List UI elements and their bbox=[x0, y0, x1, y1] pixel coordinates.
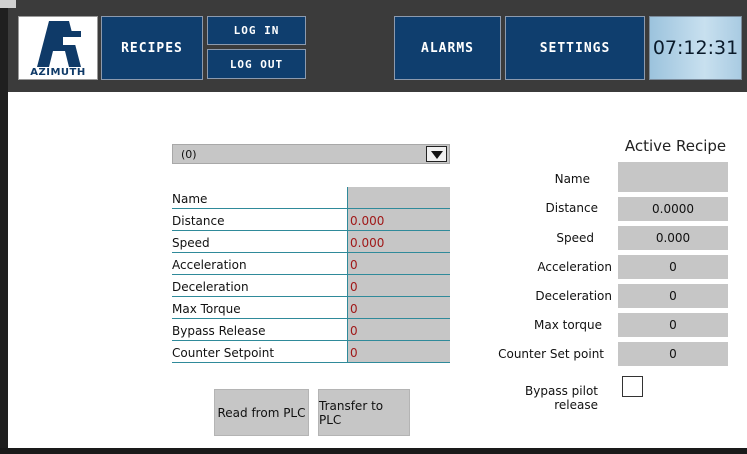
table-row: Counter Setpoint 0 bbox=[172, 341, 450, 363]
row-label-acceleration: Acceleration bbox=[172, 253, 347, 275]
row-label-speed: Speed bbox=[172, 231, 347, 253]
table-row: Deceleration 0 bbox=[172, 275, 450, 297]
table-row: Name bbox=[172, 187, 450, 209]
transfer-to-plc-button[interactable]: Transfer to PLC bbox=[318, 389, 410, 436]
speed-input[interactable]: 0.000 bbox=[347, 231, 450, 253]
row-label-max-torque: Max Torque bbox=[172, 297, 347, 319]
active-counter-value: 0 bbox=[618, 342, 728, 366]
logo-text: AZIMUTH bbox=[30, 67, 86, 78]
active-distance-value: 0.0000 bbox=[618, 197, 728, 221]
table-row: Max Torque 0 bbox=[172, 297, 450, 319]
row-label-counter-setpoint: Counter Setpoint bbox=[172, 341, 347, 363]
active-distance-label: Distance bbox=[545, 201, 598, 215]
bypass-release-input[interactable]: 0 bbox=[347, 319, 450, 341]
active-recipe-title: Active Recipe bbox=[624, 137, 727, 155]
active-acceleration-label: Acceleration bbox=[537, 260, 612, 274]
bypass-pilot-release-checkbox[interactable] bbox=[622, 376, 643, 397]
row-label-bypass-release: Bypass Release bbox=[172, 319, 347, 341]
azimuth-logo-icon bbox=[37, 21, 83, 67]
active-counter-label: Counter Set point bbox=[498, 347, 604, 361]
settings-button[interactable]: SETTINGS bbox=[505, 16, 645, 80]
active-name-value bbox=[618, 162, 728, 192]
recipes-button[interactable]: RECIPES bbox=[101, 16, 203, 80]
counter-setpoint-input[interactable]: 0 bbox=[347, 341, 450, 363]
active-max-torque-value: 0 bbox=[618, 313, 728, 337]
active-acceleration-value: 0 bbox=[618, 255, 728, 279]
clock-display: 07:12:31 bbox=[649, 16, 742, 80]
distance-input[interactable]: 0.000 bbox=[347, 209, 450, 231]
name-input[interactable] bbox=[347, 187, 450, 209]
triangle-down-icon bbox=[431, 151, 443, 159]
table-row: Acceleration 0 bbox=[172, 253, 450, 275]
recipe-selector[interactable]: (0) bbox=[172, 144, 450, 164]
recipe-selector-value: (0) bbox=[181, 147, 197, 161]
table-row: Bypass Release 0 bbox=[172, 319, 450, 341]
active-speed-value: 0.000 bbox=[618, 226, 728, 250]
active-speed-label: Speed bbox=[556, 231, 594, 245]
log-in-button[interactable]: LOG IN bbox=[207, 16, 306, 45]
bypass-pilot-release-label: Bypass pilot release bbox=[525, 384, 598, 412]
table-row: Speed 0.000 bbox=[172, 231, 450, 253]
read-from-plc-button[interactable]: Read from PLC bbox=[214, 389, 309, 436]
active-deceleration-label: Deceleration bbox=[535, 289, 612, 303]
active-name-label: Name bbox=[554, 172, 590, 186]
azimuth-logo: AZIMUTH bbox=[18, 16, 98, 80]
dropdown-button[interactable] bbox=[426, 146, 447, 162]
recipe-edit-table: Name Distance 0.000 Speed 0.000 Accelera… bbox=[172, 187, 450, 363]
active-max-torque-label: Max torque bbox=[534, 318, 602, 332]
row-label-distance: Distance bbox=[172, 209, 347, 231]
alarms-button[interactable]: ALARMS bbox=[394, 16, 501, 80]
table-row: Distance 0.000 bbox=[172, 209, 450, 231]
active-deceleration-value: 0 bbox=[618, 284, 728, 308]
row-label-deceleration: Deceleration bbox=[172, 275, 347, 297]
acceleration-input[interactable]: 0 bbox=[347, 253, 450, 275]
row-label-name: Name bbox=[172, 187, 347, 209]
max-torque-input[interactable]: 0 bbox=[347, 297, 450, 319]
hmi-screen: AZIMUTH RECIPES LOG IN LOG OUT ALARMS SE… bbox=[0, 0, 747, 454]
deceleration-input[interactable]: 0 bbox=[347, 275, 450, 297]
log-out-button[interactable]: LOG OUT bbox=[207, 49, 306, 79]
